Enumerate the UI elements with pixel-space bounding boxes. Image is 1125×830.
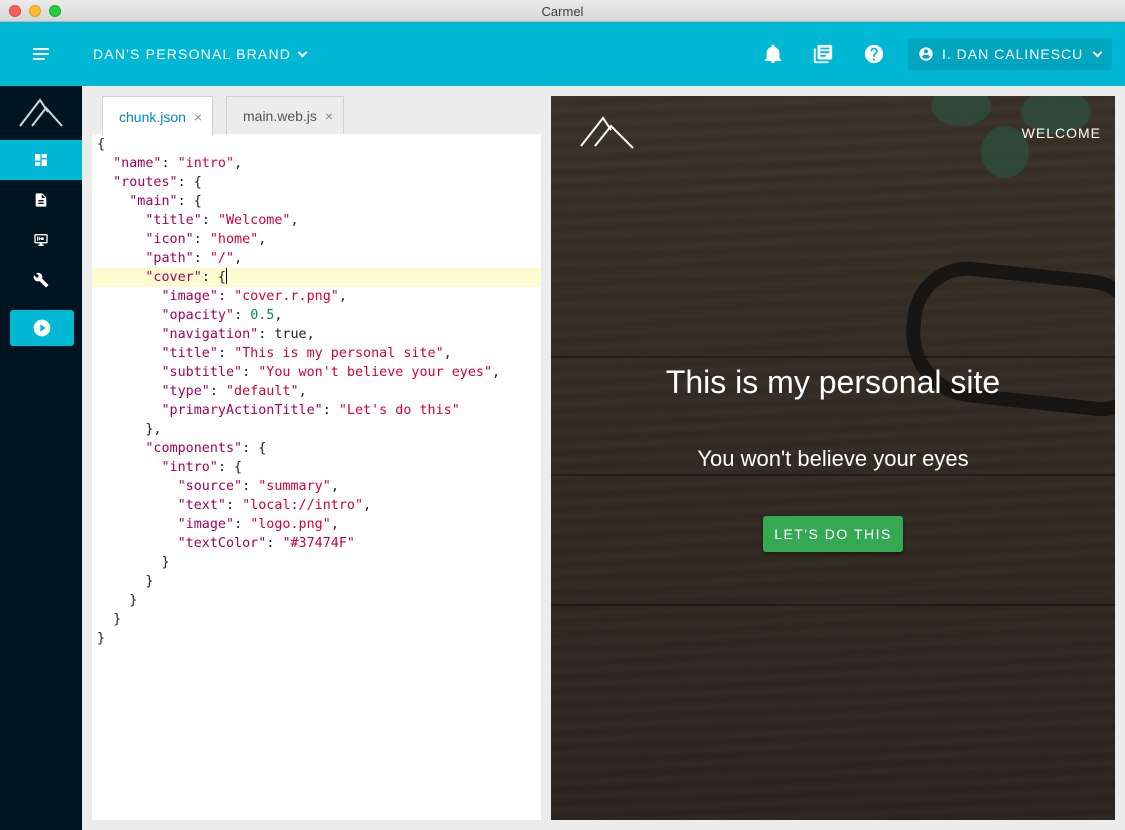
site-preview: WELCOME This is my personal site You won… <box>551 96 1115 820</box>
code-line[interactable]: } <box>92 629 541 648</box>
chevron-down-icon <box>1092 47 1103 57</box>
code-line[interactable]: "title": "Welcome", <box>92 211 541 230</box>
dashboard-icon[interactable] <box>0 140 82 180</box>
bell-icon[interactable] <box>762 43 784 65</box>
preview-nav-welcome[interactable]: WELCOME <box>1022 125 1101 141</box>
site-logo-icon <box>580 116 634 149</box>
menu-icon[interactable] <box>28 42 54 66</box>
code-line[interactable]: } <box>92 610 541 629</box>
tab-chunk-json[interactable]: chunk.json × <box>102 96 214 136</box>
wood-seam <box>551 604 1115 606</box>
code-line[interactable]: "image": "cover.r.png", <box>92 287 541 306</box>
code-editor[interactable]: { "name": "intro", "routes": { "main": {… <box>92 134 541 820</box>
code-line[interactable]: "type": "default", <box>92 382 541 401</box>
primary-action-button[interactable]: LET'S DO THIS <box>763 516 903 552</box>
code-line[interactable]: } <box>92 591 541 610</box>
logo-icon <box>19 98 63 127</box>
account-icon <box>919 47 933 61</box>
chevron-down-icon <box>297 47 308 57</box>
code-line[interactable]: "cover": { <box>92 268 541 287</box>
help-icon[interactable] <box>863 43 885 65</box>
close-icon[interactable]: × <box>325 108 333 124</box>
editor-tabs: chunk.json × main.web.js × <box>92 94 541 136</box>
code-line[interactable]: "title": "This is my personal site", <box>92 344 541 363</box>
code-line[interactable]: "main": { <box>92 192 541 211</box>
title-bar: Carmel <box>0 0 1125 22</box>
preview-subtitle: You won't believe your eyes <box>697 446 969 471</box>
tab-label: main.web.js <box>243 107 317 124</box>
close-icon[interactable]: × <box>194 109 202 125</box>
tab-label: chunk.json <box>119 108 186 125</box>
code-line[interactable]: { <box>92 135 541 154</box>
sidebar <box>0 86 82 830</box>
code-line[interactable]: "navigation": true, <box>92 325 541 344</box>
code-line[interactable]: }, <box>92 420 541 439</box>
document-icon[interactable] <box>0 180 82 220</box>
code-line[interactable]: } <box>92 572 541 591</box>
code-line[interactable]: "intro": { <box>92 458 541 477</box>
code-line[interactable]: "routes": { <box>92 173 541 192</box>
library-icon[interactable] <box>812 43 834 65</box>
code-line[interactable]: "subtitle": "You won't believe your eyes… <box>92 363 541 382</box>
code-line[interactable]: "textColor": "#37474F" <box>92 534 541 553</box>
brand-dropdown[interactable]: DAN'S PERSONAL BRAND <box>93 46 308 62</box>
code-line[interactable]: } <box>92 553 541 572</box>
window-title: Carmel <box>541 4 584 19</box>
code-line[interactable]: "name": "intro", <box>92 154 541 173</box>
code-line[interactable]: "components": { <box>92 439 541 458</box>
code-line[interactable]: "path": "/", <box>92 249 541 268</box>
code-lines[interactable]: { "name": "intro", "routes": { "main": {… <box>92 134 541 648</box>
app-header: DAN'S PERSONAL BRAND I. DAN CALINESCU <box>0 22 1125 86</box>
user-menu-button[interactable]: I. DAN CALINESCU <box>908 38 1112 70</box>
plant-leaf <box>931 96 991 126</box>
code-line[interactable]: "primaryActionTitle": "Let's do this" <box>92 401 541 420</box>
code-line[interactable]: "source": "summary", <box>92 477 541 496</box>
brand-label: DAN'S PERSONAL BRAND <box>93 46 292 62</box>
code-line[interactable]: "icon": "home", <box>92 230 541 249</box>
wood-seam <box>551 474 1115 476</box>
code-line[interactable]: "image": "logo.png", <box>92 515 541 534</box>
code-line[interactable]: "opacity": 0.5, <box>92 306 541 325</box>
screen-share-icon[interactable] <box>0 220 82 260</box>
user-name: I. DAN CALINESCU <box>942 46 1084 62</box>
preview-title: This is my personal site <box>665 364 1001 400</box>
app-window: Carmel DAN'S PERSONAL BRAND I. DAN CALIN… <box>0 0 1125 830</box>
tab-main-web-js[interactable]: main.web.js × <box>226 96 345 134</box>
play-icon[interactable] <box>10 310 74 346</box>
wrench-icon[interactable] <box>0 260 82 300</box>
code-line[interactable]: "text": "local://intro", <box>92 496 541 515</box>
